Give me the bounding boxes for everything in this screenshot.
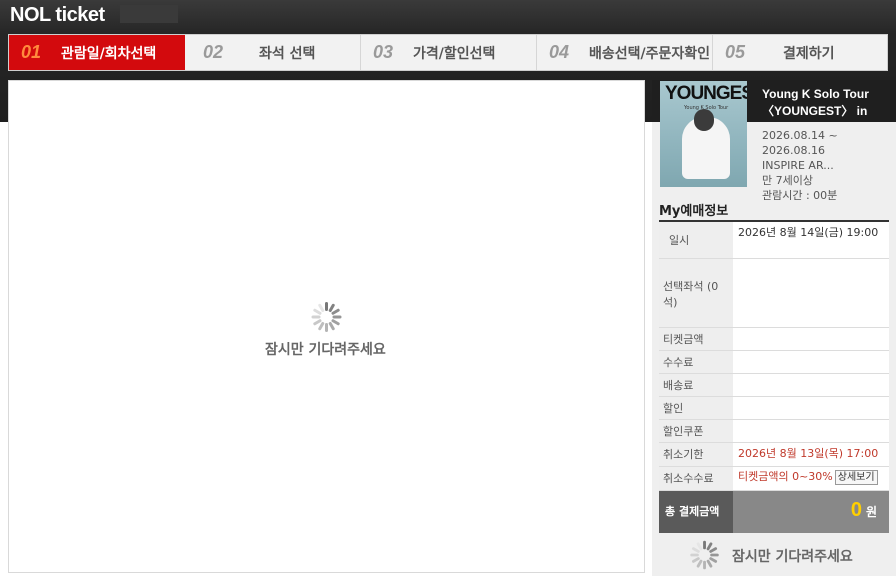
row-fee: 수수료 — [659, 351, 889, 374]
step-number: 03 — [373, 42, 394, 62]
row-value — [733, 328, 889, 350]
sidebar-loading-text: 잠시만 기다려주세요 — [732, 549, 853, 565]
step-number: 02 — [203, 42, 224, 62]
step-5[interactable]: 05 결제하기 — [713, 35, 887, 70]
booking-sidebar: YOUNGEST Young K Solo Tour Young K Solo … — [652, 80, 896, 576]
my-booking-table: 일시 2026년 8월 14일(금) 19:00 선택좌석 (0석) 티켓금액 … — [659, 220, 889, 533]
step-label: 좌석 선택 — [259, 45, 316, 62]
row-label: 일시 — [659, 222, 733, 258]
row-cancel-fee: 취소수수료 티켓금액의 0~30% 상세보기 — [659, 467, 889, 491]
cancel-fee-text: 티켓금액의 0~30% — [738, 470, 833, 483]
booking-steps: 01 관람일/회차선택 02 좌석 선택 03 가격/할인선택 04 배송선택/… — [8, 34, 888, 71]
step-2[interactable]: 02 좌석 선택 — [185, 35, 361, 70]
row-value — [733, 259, 889, 327]
my-booking-title: My예매정보 — [659, 204, 729, 219]
row-coupon: 할인쿠폰 — [659, 420, 889, 443]
row-cancel-deadline: 취소기한 2026년 8월 13일(목) 17:00 — [659, 443, 889, 467]
row-value — [733, 420, 889, 442]
row-label: 배송료 — [659, 374, 733, 396]
spinner-segment — [690, 553, 699, 557]
row-value — [733, 374, 889, 396]
row-label: 할인쿠폰 — [659, 420, 733, 442]
spinner-segment — [710, 553, 719, 557]
step-number: 01 — [21, 42, 42, 62]
loading-spinner-icon — [311, 301, 343, 333]
step-label: 결제하기 — [783, 45, 835, 62]
show-runtime: 관람시간 : 00분 — [762, 189, 838, 202]
spinner-segment — [332, 315, 342, 319]
schedule-panel: 잠시만 기다려주세요 — [8, 80, 645, 573]
show-age: 만 7세이상 — [762, 174, 813, 187]
row-label: 티켓금액 — [659, 328, 733, 350]
row-value — [733, 397, 889, 419]
total-row: 총 결제금액 0원 — [659, 491, 889, 533]
detail-button[interactable]: 상세보기 — [834, 470, 878, 485]
step-1[interactable]: 01 관람일/회차선택 — [9, 35, 193, 70]
step-label: 관람일/회차선택 — [61, 45, 157, 62]
step-label: 가격/할인선택 — [413, 45, 496, 62]
loading-spinner-icon — [690, 540, 720, 570]
row-label: 취소수수료 — [659, 467, 733, 490]
row-value: 2026년 8월 14일(금) 19:00 — [733, 222, 889, 258]
row-ticket-price: 티켓금액 — [659, 328, 889, 351]
row-datetime: 일시 2026년 8월 14일(금) 19:00 — [659, 222, 889, 259]
spinner-segment — [311, 315, 321, 319]
row-discount: 할인 — [659, 397, 889, 420]
row-label: 취소기한 — [659, 443, 733, 466]
row-label: 수수료 — [659, 351, 733, 373]
row-delivery: 배송료 — [659, 374, 889, 397]
show-title: Young K Solo Tour 〈YOUNGEST〉 in — [762, 87, 869, 118]
loading-text: 잠시만 기다려주세요 — [265, 342, 386, 358]
poster-title: YOUNGEST — [665, 83, 747, 104]
spinner-segment — [703, 560, 706, 570]
total-label: 총 결제금액 — [659, 491, 733, 533]
step-label: 배송선택/주문자확인 — [589, 45, 711, 62]
total-unit: 원 — [865, 505, 877, 519]
row-label: 선택좌석 (0석) — [659, 259, 733, 327]
step-number: 05 — [725, 42, 746, 62]
poster-figure-head — [694, 109, 714, 131]
show-poster: YOUNGEST Young K Solo Tour — [660, 81, 747, 187]
total-amount: 0 — [850, 499, 862, 521]
step-4[interactable]: 04 배송선택/주문자확인 — [537, 35, 713, 70]
brand-extra — [120, 5, 178, 23]
row-label: 할인 — [659, 397, 733, 419]
brand-logo[interactable]: NOL ticket — [10, 4, 105, 27]
show-dates: 2026.08.14 ~ 2026.08.16 — [762, 129, 838, 157]
step-number: 04 — [549, 42, 570, 62]
total-value: 0원 — [733, 491, 889, 533]
row-value — [733, 351, 889, 373]
spinner-segment — [325, 323, 328, 332]
show-info: 2026.08.14 ~ 2026.08.16 INSPIRE AR... 만 … — [762, 128, 894, 203]
show-venue: INSPIRE AR... — [762, 159, 834, 172]
row-value: 2026년 8월 13일(목) 17:00 — [733, 443, 889, 466]
row-seats: 선택좌석 (0석) — [659, 259, 889, 328]
step-3[interactable]: 03 가격/할인선택 — [361, 35, 537, 70]
row-value: 티켓금액의 0~30% 상세보기 — [733, 467, 889, 490]
